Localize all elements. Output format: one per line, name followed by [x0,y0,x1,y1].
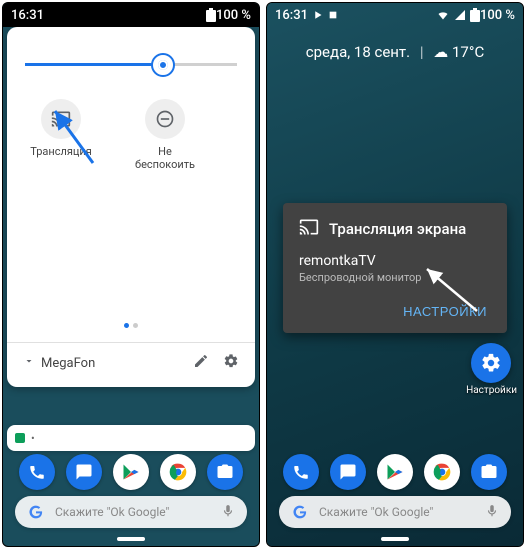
app-badge-icon [15,433,25,443]
cast-icon [299,217,319,241]
chrome-app[interactable] [160,454,196,490]
status-time: 16:31 [275,8,308,23]
battery-icon [206,8,216,22]
status-time: 16:31 [11,8,44,23]
battery-icon [470,8,480,22]
camera-app[interactable] [471,454,507,490]
battery-text: 100 % [480,8,515,23]
messages-app[interactable] [66,454,102,490]
chevron-down-icon[interactable] [23,355,35,371]
cast-icon [41,99,81,139]
mic-icon[interactable] [485,503,499,522]
camera-app[interactable] [207,454,243,490]
play-store-app[interactable] [113,454,149,490]
brightness-slider[interactable] [25,53,237,77]
phone-app[interactable] [19,454,55,490]
tile-dnd[interactable]: Не беспокоить [129,99,201,171]
cast-device-subtitle: Беспроводной монитор [299,271,491,284]
google-icon [27,503,45,521]
phone-left: 16:31 100 % Трансляция Не беспокоить [2,2,260,547]
tile-cast-label: Трансляция [30,145,92,158]
cast-dialog-title: Трансляция экрана [329,220,466,238]
notification-item[interactable]: • [7,425,255,451]
app-dock [3,454,259,490]
brightness-thumb[interactable] [151,53,175,77]
pager-dots [21,313,241,332]
search-bar[interactable]: Скажите "Ok Google" [15,496,247,528]
play-store-app[interactable] [377,454,413,490]
cast-dialog: Трансляция экрана remontkaTV Беспроводно… [283,203,507,333]
phone-right: 16:31 100 % среда, 18 сент. | ☁ 17°C Тра… [266,2,524,547]
app-dock [267,454,523,490]
phone-app[interactable] [283,454,319,490]
dnd-icon [145,99,185,139]
weather-icon: ☁ [433,43,448,61]
google-icon [291,503,309,521]
cast-settings-button[interactable]: НАСТРОЙКИ [399,298,491,325]
cast-device-name[interactable]: remontkaTV [299,253,491,269]
date-weather-widget[interactable]: среда, 18 сент. | ☁ 17°C [267,43,523,61]
weather-text: 17°C [452,43,484,61]
settings-shortcut-label: Настройки [466,385,517,396]
notification-dot: • [31,432,35,445]
status-bar: 16:31 100 % [3,3,259,27]
search-bar[interactable]: Скажите "Ok Google" [279,496,511,528]
mic-icon[interactable] [221,503,235,522]
quick-settings-panel: Трансляция Не беспокоить MegaFon [7,27,255,387]
play-store-notif-icon [314,10,324,20]
system-notif-icon [328,10,338,20]
navigation-bar[interactable] [267,532,523,546]
search-placeholder: Скажите "Ok Google" [55,505,221,519]
status-bar: 16:31 100 % [267,3,523,27]
settings-shortcut[interactable] [471,343,511,383]
wifi-icon [436,9,450,21]
signal-icon [454,9,466,21]
edit-icon[interactable] [193,353,209,373]
battery-text: 100 % [216,8,251,23]
gear-icon[interactable] [223,353,239,373]
tile-dnd-label: Не беспокоить [129,145,201,171]
chrome-app[interactable] [424,454,460,490]
tile-cast[interactable]: Трансляция [25,99,97,171]
messages-app[interactable] [330,454,366,490]
search-placeholder: Скажите "Ok Google" [319,505,485,519]
date-text: среда, 18 сент. [306,43,410,61]
navigation-bar[interactable] [3,532,259,546]
carrier-label: MegaFon [41,356,95,371]
qs-footer: MegaFon [21,343,241,379]
